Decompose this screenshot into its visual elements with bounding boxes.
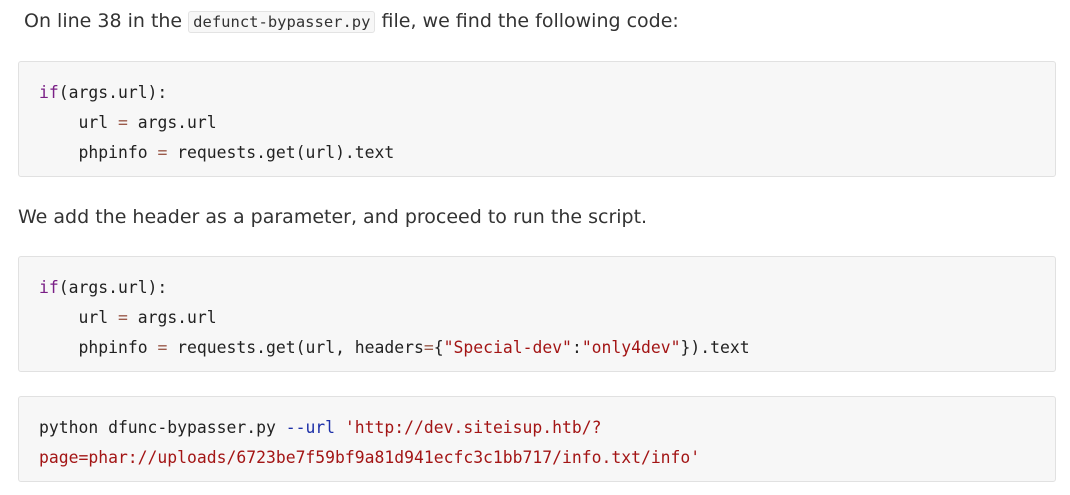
- code-text: {: [433, 338, 444, 357]
- intro-text-suffix: file, we find the following code:: [375, 10, 679, 32]
- code-text: }).text: [680, 338, 750, 357]
- code-text: requests.get(url, headers: [167, 338, 424, 357]
- command-url-string: 'http://dev.siteisup.htb/?: [344, 418, 602, 437]
- code-operator: =: [117, 308, 128, 327]
- code-string: "Special-dev": [443, 338, 572, 357]
- command-url-string: page=phar://uploads/6723be7f59bf9a81d941…: [39, 448, 701, 467]
- code-operator: =: [423, 338, 434, 357]
- code-line: page=phar://uploads/6723be7f59bf9a81d941…: [39, 443, 1035, 473]
- code-line: url = args.url: [39, 303, 1035, 333]
- inline-code-filename: defunct-bypasser.py: [188, 11, 376, 33]
- code-text: (args.url):: [58, 83, 168, 102]
- code-operator: =: [117, 113, 128, 132]
- explanation-paragraph: We add the header as a parameter, and pr…: [18, 206, 648, 228]
- code-string: "only4dev": [581, 338, 681, 357]
- code-text: phpinfo: [78, 338, 158, 357]
- code-keyword: if: [39, 278, 59, 297]
- code-block-original: if(args.url): url = args.url phpinfo = r…: [18, 61, 1056, 177]
- code-operator: =: [157, 143, 168, 162]
- code-text: args.url: [127, 113, 217, 132]
- code-text: requests.get(url).text: [167, 143, 395, 162]
- code-text: (args.url):: [58, 278, 168, 297]
- code-line: if(args.url):: [39, 78, 1035, 108]
- code-keyword: if: [39, 83, 59, 102]
- code-line: phpinfo = requests.get(url).text: [39, 138, 1035, 168]
- command-space: [335, 418, 345, 437]
- code-line: if(args.url):: [39, 273, 1035, 303]
- intro-paragraph: On line 38 in the defunct-bypasser.py fi…: [24, 7, 679, 36]
- code-line: url = args.url: [39, 108, 1035, 138]
- code-text: phpinfo: [78, 143, 158, 162]
- command-text: python dfunc-bypasser.py: [39, 418, 286, 437]
- code-operator: =: [157, 338, 168, 357]
- code-text: :: [571, 338, 582, 357]
- code-block-command: python dfunc-bypasser.py --url 'http://d…: [18, 396, 1056, 482]
- code-text: url: [78, 113, 118, 132]
- code-text: url: [78, 308, 118, 327]
- code-line: python dfunc-bypasser.py --url 'http://d…: [39, 413, 1035, 443]
- intro-text-prefix: On line 38 in the: [24, 10, 189, 32]
- command-flag: --url: [285, 418, 336, 437]
- code-text: args.url: [127, 308, 217, 327]
- code-block-modified: if(args.url): url = args.url phpinfo = r…: [18, 256, 1056, 372]
- code-line: phpinfo = requests.get(url, headers={"Sp…: [39, 333, 1035, 363]
